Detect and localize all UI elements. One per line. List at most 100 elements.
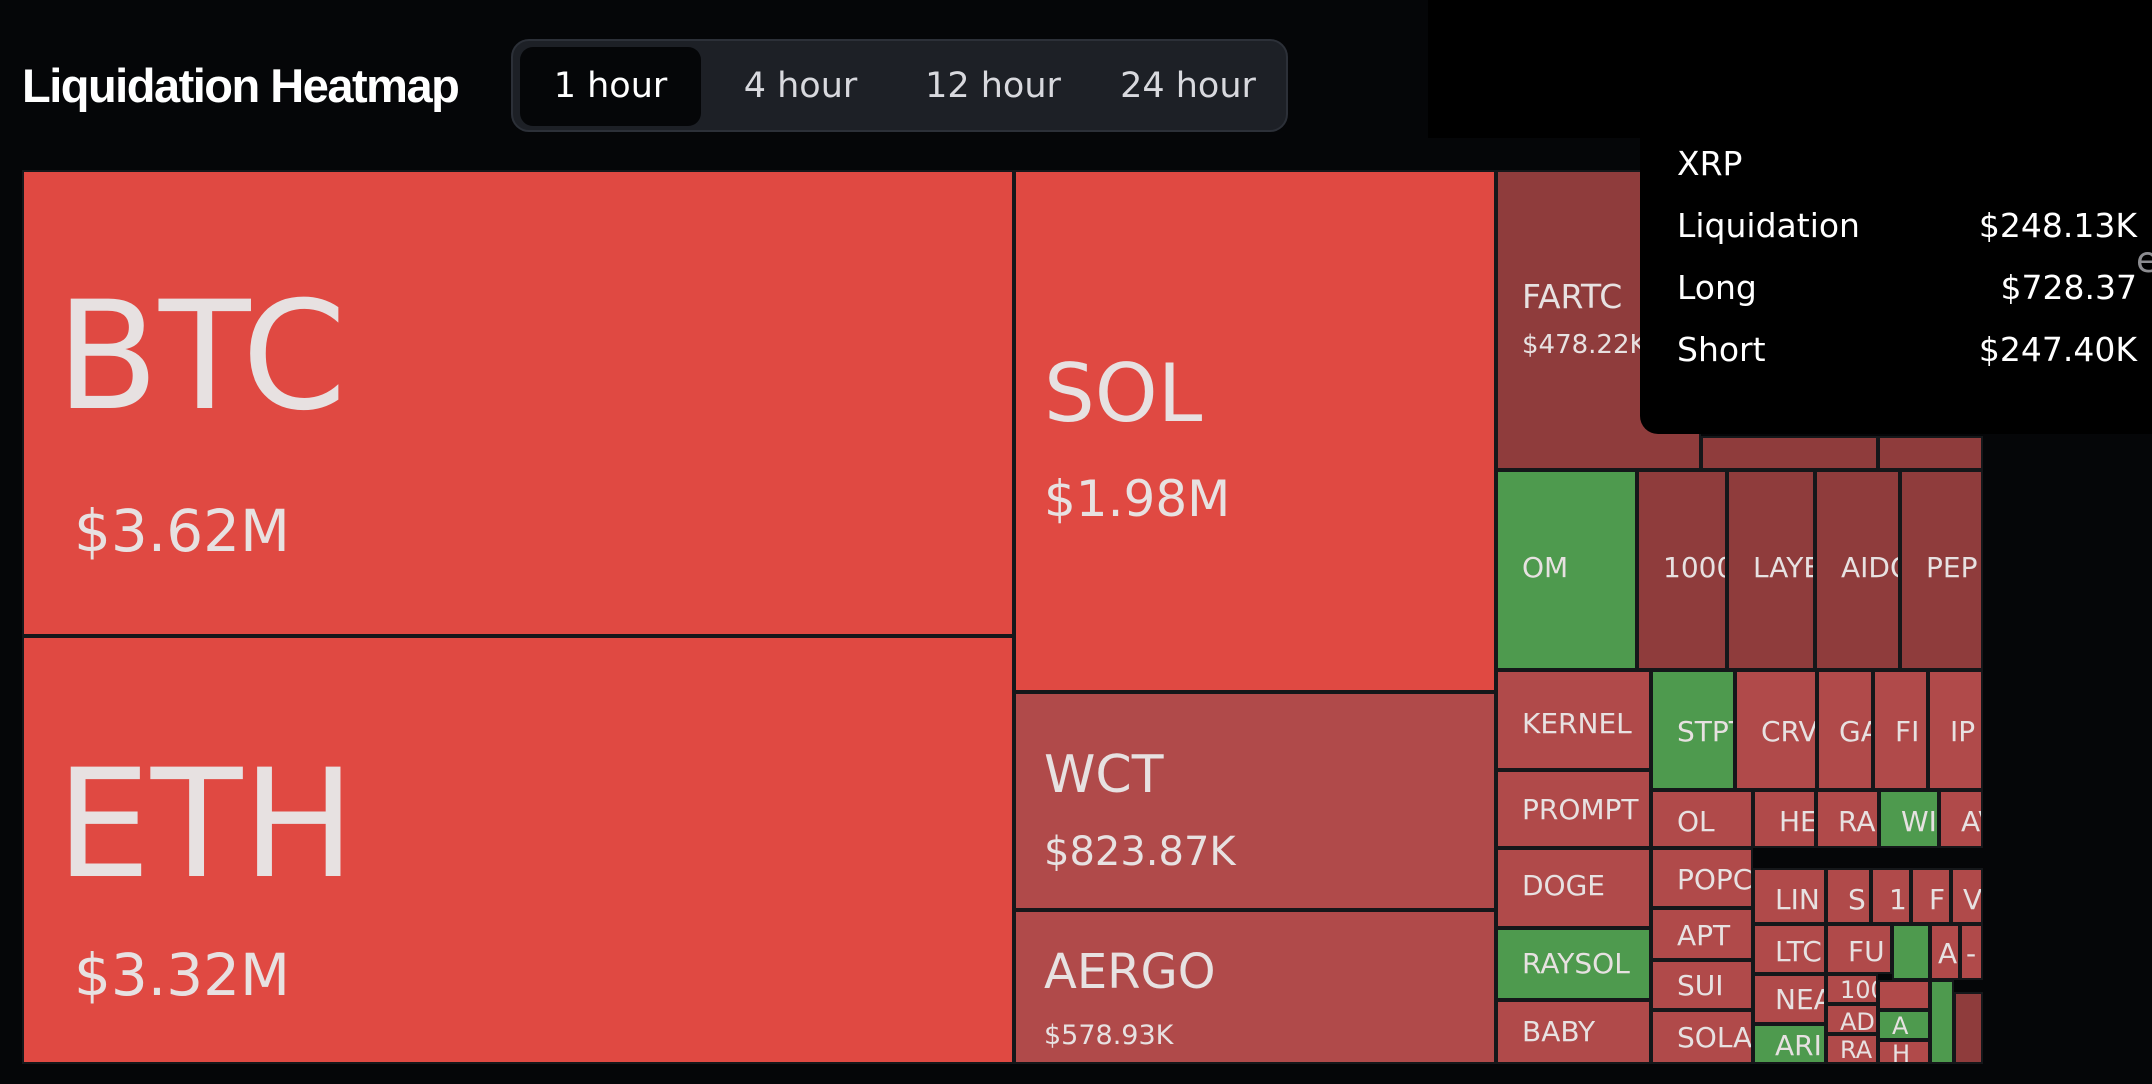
treemap-tile-prompt[interactable]: PROMPT bbox=[1496, 770, 1651, 848]
tile-value: $478.22K bbox=[1522, 330, 1647, 360]
tab-24-hour[interactable]: 24 hour bbox=[1093, 47, 1283, 126]
treemap-tile-eth[interactable]: ETH $3.32M bbox=[22, 636, 1014, 1064]
tile-value: $1.98M bbox=[1044, 470, 1231, 528]
tile-symbol: 100 bbox=[1840, 976, 1876, 1004]
tooltip: XRP Liquidation $248.13K Long $728.37 Sh… bbox=[1640, 138, 2152, 434]
tile-value: $3.62M bbox=[74, 497, 291, 565]
treemap-tile-f[interactable]: F bbox=[1911, 868, 1951, 924]
tile-symbol: ETH bbox=[56, 738, 356, 912]
treemap-tile[interactable] bbox=[1878, 980, 1930, 1010]
treemap-tile-sol[interactable]: SOL $1.98M bbox=[1014, 170, 1496, 692]
treemap-tile-aergo[interactable]: AERGO $578.93K bbox=[1014, 910, 1496, 1064]
treemap-tile-100[interactable]: 100 bbox=[1826, 974, 1878, 1004]
treemap-tile-fi[interactable]: FI bbox=[1873, 670, 1928, 790]
tile-symbol: AERGO bbox=[1044, 944, 1216, 1000]
treemap-tile-nea[interactable]: NEA bbox=[1753, 974, 1826, 1024]
treemap-tile-laye[interactable]: LAYE bbox=[1727, 470, 1815, 670]
tile-symbol: FARTC bbox=[1522, 277, 1623, 316]
tile-symbol: KERNEL bbox=[1522, 707, 1632, 740]
treemap-tile-wct[interactable]: WCT $823.87K bbox=[1014, 692, 1496, 910]
treemap-tile-ra[interactable]: RA bbox=[1816, 790, 1879, 848]
treemap-tile[interactable] bbox=[1930, 980, 1954, 1064]
treemap-tile-crv[interactable]: CRV bbox=[1735, 670, 1817, 790]
tooltip-label: Liquidation bbox=[1677, 206, 1860, 245]
tile-symbol: 1000 bbox=[1663, 551, 1725, 584]
treemap-tile[interactable] bbox=[1701, 436, 1878, 470]
treemap-tile[interactable] bbox=[1878, 436, 1983, 470]
tile-symbol: ARI bbox=[1775, 1029, 1822, 1062]
treemap-tile-popc[interactable]: POPC bbox=[1651, 848, 1753, 908]
tooltip-label: Short bbox=[1677, 330, 1766, 369]
tile-value: $3.32M bbox=[74, 941, 291, 1009]
tile-symbol: - bbox=[1966, 937, 1977, 970]
tile-symbol: CRV bbox=[1761, 715, 1817, 748]
treemap-tile-av[interactable]: AV bbox=[1939, 790, 1983, 848]
treemap-tile-ol[interactable]: OL bbox=[1651, 790, 1753, 848]
treemap-tile-aido[interactable]: AIDO bbox=[1815, 470, 1900, 670]
treemap-tile-wi[interactable]: WI bbox=[1879, 790, 1939, 848]
treemap-tile[interactable] bbox=[1892, 924, 1930, 980]
tile-value: $823.87K bbox=[1044, 829, 1236, 875]
tile-symbol: LAYE bbox=[1753, 551, 1815, 584]
tile-symbol: RA bbox=[1838, 805, 1876, 838]
treemap-tile-1[interactable]: 1 bbox=[1871, 868, 1911, 924]
tile-symbol: OM bbox=[1522, 551, 1569, 584]
tile-symbol: S bbox=[1848, 883, 1866, 916]
treemap-tile-doge[interactable]: DOGE bbox=[1496, 848, 1651, 928]
tab-12-hour[interactable]: 12 hour bbox=[893, 47, 1093, 126]
treemap-tile-sola[interactable]: SOLA bbox=[1651, 1010, 1753, 1064]
treemap-tile-om[interactable]: OM bbox=[1496, 470, 1637, 670]
treemap-tile-a[interactable]: A bbox=[1878, 1010, 1930, 1040]
tile-symbol: AV bbox=[1961, 805, 1981, 838]
treemap-tile-lin[interactable]: LIN bbox=[1753, 868, 1826, 924]
background-text-fragment: e bbox=[2136, 240, 2152, 281]
tile-symbol: FU bbox=[1848, 935, 1885, 968]
treemap-tile-ga[interactable]: GA bbox=[1817, 670, 1873, 790]
treemap-tile-ad[interactable]: AD bbox=[1826, 1004, 1878, 1034]
treemap-tile-btc[interactable]: BTC $3.62M bbox=[22, 170, 1014, 636]
treemap-tile-h[interactable]: H bbox=[1878, 1040, 1930, 1064]
tile-symbol: AIDO bbox=[1841, 551, 1898, 584]
tile-symbol: NEA bbox=[1775, 983, 1824, 1016]
treemap-tile-he[interactable]: HE bbox=[1753, 790, 1816, 848]
treemap-tile-kernel[interactable]: KERNEL bbox=[1496, 670, 1651, 770]
tile-symbol: 1 bbox=[1889, 883, 1907, 916]
tile-symbol: GA bbox=[1839, 715, 1871, 748]
tile-symbol: APT bbox=[1677, 919, 1731, 952]
treemap-tile-fu[interactable]: FU bbox=[1826, 924, 1892, 974]
treemap-tile-stpt[interactable]: STPT bbox=[1651, 670, 1735, 790]
treemap-tile-apt[interactable]: APT bbox=[1651, 908, 1753, 960]
tile-symbol: SOLA bbox=[1677, 1021, 1753, 1054]
treemap-tile-v[interactable]: V bbox=[1951, 868, 1983, 924]
tile-symbol: IP bbox=[1950, 715, 1976, 748]
tab-4-hour[interactable]: 4 hour bbox=[710, 47, 891, 126]
treemap-tile-sui[interactable]: SUI bbox=[1651, 960, 1753, 1010]
treemap-tile-ltc[interactable]: LTC bbox=[1753, 924, 1826, 974]
tooltip-row-short: Short $247.40K bbox=[1677, 324, 2137, 376]
tooltip-value: $728.37 bbox=[2000, 268, 2137, 307]
tile-symbol: RAYSOL bbox=[1522, 947, 1630, 980]
treemap-tile-a[interactable]: A bbox=[1930, 924, 1960, 980]
treemap-tile-[interactable]: - bbox=[1960, 924, 1983, 980]
treemap-tile[interactable] bbox=[1954, 992, 1983, 1064]
page-title: Liquidation Heatmap bbox=[22, 59, 460, 112]
header-overlay bbox=[1428, 0, 2152, 138]
tile-symbol: A bbox=[1938, 937, 1958, 970]
tile-symbol: BTC bbox=[56, 270, 347, 444]
tooltip-row-long: Long $728.37 bbox=[1677, 262, 2137, 314]
treemap-tile-1000[interactable]: 1000 bbox=[1637, 470, 1727, 670]
treemap-tile-pep[interactable]: PEP bbox=[1900, 470, 1983, 670]
tile-symbol: WCT bbox=[1044, 745, 1164, 805]
tab-1-hour[interactable]: 1 hour bbox=[520, 47, 701, 126]
tile-value: $578.93K bbox=[1044, 1020, 1174, 1051]
treemap-tile-baby[interactable]: BABY bbox=[1496, 1000, 1651, 1064]
tile-symbol: A bbox=[1892, 1012, 1909, 1040]
treemap-tile-ip[interactable]: IP bbox=[1928, 670, 1983, 790]
treemap-tile-s[interactable]: S bbox=[1826, 868, 1871, 924]
treemap-tile-ra[interactable]: RA bbox=[1826, 1034, 1878, 1064]
treemap-tile-ari[interactable]: ARI bbox=[1753, 1024, 1826, 1064]
tile-symbol: STPT bbox=[1677, 715, 1733, 748]
tile-symbol: LTC bbox=[1775, 935, 1822, 968]
treemap-tile-raysol[interactable]: RAYSOL bbox=[1496, 928, 1651, 1000]
tile-symbol: LIN bbox=[1775, 883, 1820, 916]
